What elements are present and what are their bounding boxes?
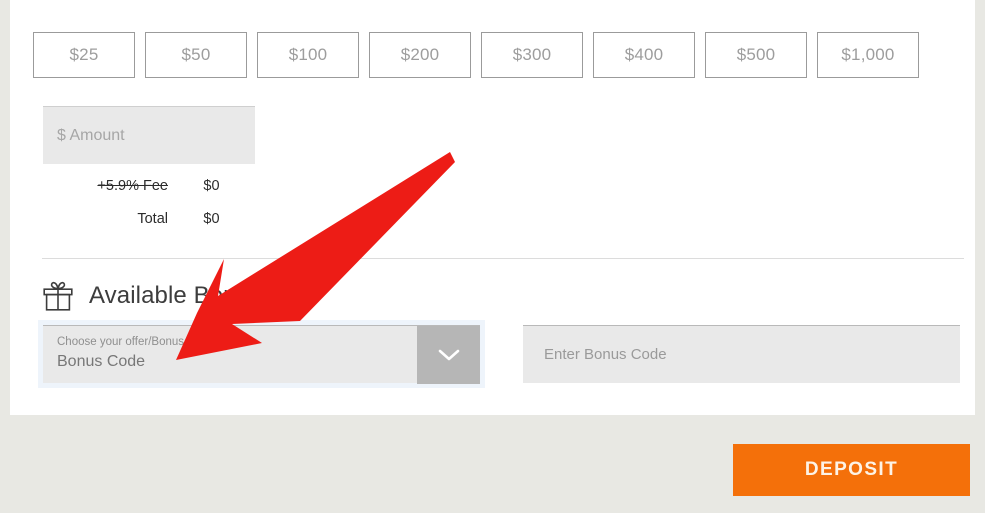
gift-icon	[41, 280, 75, 312]
fee-label: +5.9% Fee	[97, 178, 168, 194]
amount-preset-button[interactable]: $400	[593, 32, 695, 78]
total-label: Total	[137, 211, 168, 227]
section-divider	[42, 258, 964, 259]
amount-preset-button[interactable]: $25	[33, 32, 135, 78]
amount-preset-group: $25 $50 $100 $200 $300 $400 $500 $1,000	[33, 32, 919, 78]
offer-select-focus-ring: Choose your offer/Bonus Bonus Code	[38, 320, 485, 388]
offer-select-value: Bonus Code	[57, 353, 146, 370]
amount-summary: +5.9% Fee $0 Total $0	[43, 178, 255, 244]
bonus-code-input[interactable]	[523, 325, 960, 383]
amount-preset-button[interactable]: $200	[369, 32, 471, 78]
offer-select[interactable]: Choose your offer/Bonus Bonus Code	[43, 325, 480, 384]
amount-input[interactable]	[43, 106, 255, 164]
deposit-button[interactable]: DEPOSIT	[733, 444, 970, 496]
amount-preset-button[interactable]: $500	[705, 32, 807, 78]
amount-preset-button[interactable]: $300	[481, 32, 583, 78]
fee-value: $0	[203, 178, 220, 194]
total-value: $0	[203, 211, 220, 227]
chevron-down-icon[interactable]	[417, 326, 480, 384]
amount-preset-button[interactable]: $100	[257, 32, 359, 78]
available-bonuses-heading: Available Bonuses	[41, 280, 288, 312]
deposit-card: $25 $50 $100 $200 $300 $400 $500 $1,000 …	[10, 0, 975, 415]
bonuses-title: Available Bonuses	[89, 282, 288, 309]
summary-row-fee: +5.9% Fee $0	[43, 178, 255, 211]
amount-preset-button[interactable]: $50	[145, 32, 247, 78]
offer-select-caption: Choose your offer/Bonus	[57, 336, 185, 348]
amount-preset-button[interactable]: $1,000	[817, 32, 919, 78]
summary-row-total: Total $0	[43, 211, 255, 244]
